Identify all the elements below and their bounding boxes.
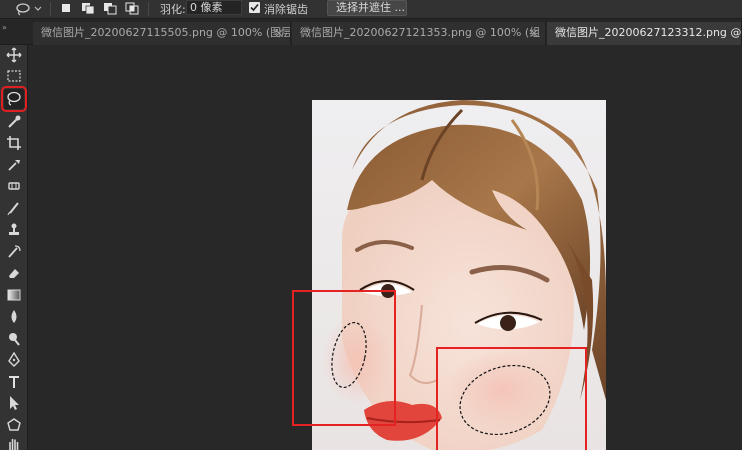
select-and-mask-button[interactable]: 选择并遮住 ... — [327, 0, 407, 16]
anti-alias-label: 消除锯齿 — [264, 3, 308, 16]
document-tab-bar: 微信图片_20200627115505.png @ 100% (图层 ... ×… — [0, 20, 742, 45]
blur-icon[interactable] — [4, 307, 24, 327]
subtract-selection-icon — [104, 3, 117, 15]
brush-icon[interactable] — [4, 198, 24, 218]
separator — [148, 2, 149, 16]
shape-icon[interactable] — [4, 415, 24, 435]
gradient-icon[interactable] — [4, 285, 24, 305]
separator — [50, 2, 51, 16]
intersect-selection-button[interactable] — [124, 1, 140, 16]
quick-select-icon[interactable] — [4, 112, 24, 132]
type-icon[interactable] — [4, 372, 24, 392]
document-tab-active[interactable]: 微信图片_20200627123312.png @ 100% ... — [547, 22, 742, 45]
annotation-box-left-cheek — [292, 290, 396, 426]
anti-alias-checkbox[interactable] — [249, 2, 260, 13]
path-select-icon[interactable] — [4, 393, 24, 413]
new-selection-button[interactable] — [58, 1, 74, 16]
feather-label: 羽化: — [160, 3, 186, 16]
eyedropper-icon[interactable] — [4, 155, 24, 175]
tab-label: 微信图片_20200627121353.png @ 100% (组 1, ... — [300, 26, 546, 39]
pen-icon[interactable] — [4, 350, 24, 370]
document-tab[interactable]: 微信图片_20200627115505.png @ 100% (图层 ... × — [33, 22, 291, 45]
close-icon[interactable]: × — [529, 22, 539, 44]
collapse-panel-icon[interactable]: » — [2, 23, 7, 32]
options-bar: 羽化: 0 像素 消除锯齿 选择并遮住 ... — [0, 0, 742, 19]
dodge-icon[interactable] — [4, 329, 24, 349]
intersect-selection-icon — [125, 2, 139, 15]
lasso-icon[interactable] — [1, 86, 27, 112]
crop-icon[interactable] — [4, 133, 24, 153]
marquee-icon[interactable] — [4, 66, 24, 86]
subtract-from-selection-button[interactable] — [102, 1, 118, 16]
close-icon[interactable]: × — [274, 22, 284, 44]
move-icon[interactable] — [4, 45, 24, 65]
hand-icon[interactable] — [4, 435, 24, 450]
tab-label: 微信图片_20200627115505.png @ 100% (图层 ... — [41, 26, 291, 39]
lasso-preset-picker[interactable] — [14, 2, 44, 16]
add-to-selection-button[interactable] — [80, 1, 96, 16]
checkmark-icon — [250, 3, 259, 12]
add-selection-icon — [82, 3, 95, 15]
history-brush-icon[interactable] — [4, 242, 24, 262]
feather-input[interactable]: 0 像素 — [186, 0, 242, 15]
eraser-icon[interactable] — [4, 263, 24, 283]
clone-stamp-icon[interactable] — [4, 220, 24, 240]
tab-label: 微信图片_20200627123312.png @ 100% ... — [555, 26, 742, 39]
healing-brush-icon[interactable] — [4, 176, 24, 196]
lasso-preset-icon — [16, 3, 42, 16]
new-selection-icon — [62, 4, 70, 12]
annotation-box-right-cheek — [436, 347, 587, 450]
document-tab[interactable]: 微信图片_20200627121353.png @ 100% (组 1, ...… — [292, 22, 546, 45]
tools-panel: » — [0, 23, 28, 450]
